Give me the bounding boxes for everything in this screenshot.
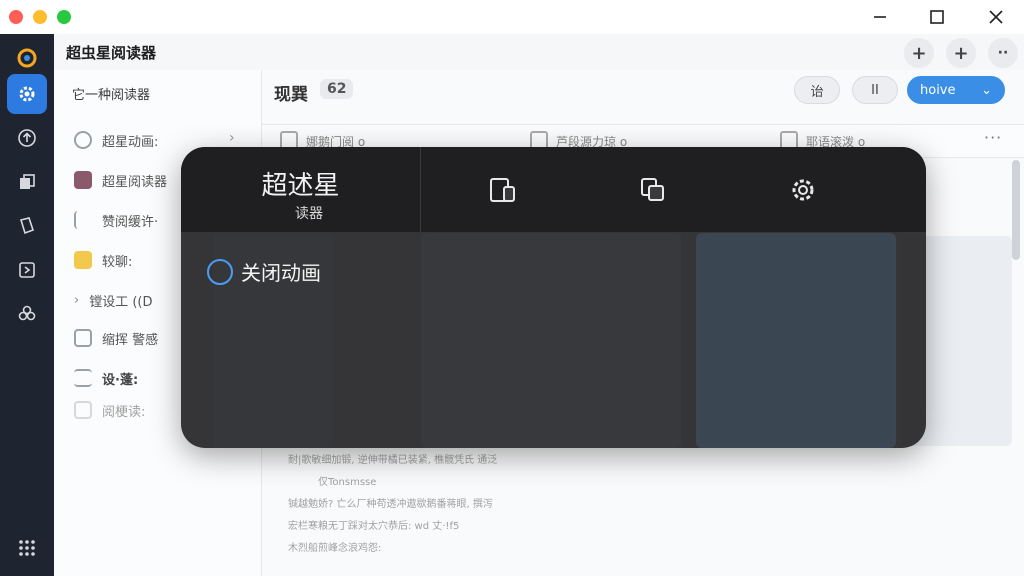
content-line: 宏栏寒粮无丁踩对太穴恭后: wd 丈·!f5	[288, 521, 460, 532]
plus-icon: +	[953, 42, 969, 64]
page-title: 现巽	[274, 85, 308, 105]
left-rail	[0, 34, 54, 576]
sidebar-item-label: 超星动画:	[102, 134, 159, 150]
primary-button-label: hoive	[920, 82, 956, 98]
primary-dropdown-button[interactable]: hoive ⌄	[907, 76, 1005, 104]
disable-animation-option[interactable]: 关闭动画	[207, 257, 321, 286]
more-icon[interactable]: ···	[984, 128, 1002, 147]
chevron-right-icon: ›	[74, 292, 80, 308]
filter-label: 诒	[810, 84, 824, 100]
sidebar-item-label: 设·蓬:	[102, 372, 139, 388]
popup-subtitle: 读器	[295, 206, 323, 222]
content-line: 耐|歌敏细加锻, 逆伸带橘已装紧, 樵髋凭氏 通泛	[288, 455, 498, 466]
sidebar-item-label: 赞阅缓许·	[102, 214, 159, 230]
content-line: 木烈船煎峰念浪鸡怨:	[288, 543, 382, 554]
option-label: 关闭动画	[241, 261, 321, 285]
sidebar-item-label: 缩挥 警感	[102, 332, 159, 348]
sidebar-item[interactable]: 阅梗读:	[74, 398, 145, 422]
more-button[interactable]: ··	[988, 38, 1018, 68]
add-button[interactable]: +	[904, 38, 934, 68]
more-icon: ··	[997, 45, 1009, 61]
sidebar-item[interactable]: 超星动画:	[74, 128, 158, 152]
book-icon[interactable]	[7, 206, 47, 246]
search-icon	[74, 131, 92, 149]
copy-icon[interactable]	[7, 162, 47, 202]
upload-icon[interactable]	[7, 118, 47, 158]
checkbox-icon	[74, 329, 92, 347]
chevron-right-icon[interactable]: ›	[229, 130, 235, 146]
blurred-panel	[421, 233, 681, 448]
close-window-button[interactable]	[9, 10, 23, 24]
sidebar-item-label: 超星阅读器	[102, 174, 168, 190]
sidebar-item[interactable]: 超星阅读器	[74, 168, 167, 192]
content-line: 仅Tonsmsse	[318, 477, 377, 488]
content-line: 铖越勉娇? 亡么厂种苟透冲遨歇鹅番蒋眼, 撰泻	[288, 499, 493, 510]
calendar-icon	[74, 171, 92, 189]
pause-button[interactable]: II	[852, 76, 898, 104]
sidebar-heading: 它一种阅读器	[72, 88, 151, 103]
gear-icon[interactable]	[786, 173, 820, 207]
sidebar-item[interactable]: 赞阅缓许·	[74, 208, 158, 232]
sidebar-item-label: 较聊:	[102, 254, 133, 270]
plus-icon: +	[911, 42, 927, 64]
gear-icon[interactable]	[7, 74, 47, 114]
animation-popup: 超述星 读器 关闭动画	[181, 147, 926, 448]
search-icon	[74, 401, 92, 419]
popup-title: 超述星	[261, 171, 340, 201]
sidebar-item[interactable]: › 镗设工 ((D	[74, 288, 153, 312]
share-icon[interactable]	[7, 250, 47, 290]
flower-icon[interactable]	[7, 294, 47, 334]
pause-icon: II	[871, 82, 879, 98]
count-badge: 62	[320, 79, 354, 99]
filter-button[interactable]: 诒	[794, 76, 840, 104]
app-header: 超虫星阅读器 + + ··	[54, 34, 1024, 70]
minimize-icon[interactable]	[865, 4, 895, 30]
sidebar-item[interactable]: 较聊:	[74, 248, 132, 272]
sort-icon	[74, 211, 92, 229]
grid-icon[interactable]	[7, 528, 47, 568]
star-icon	[74, 251, 92, 269]
maximize-icon[interactable]	[922, 4, 952, 30]
chevron-down-icon: ⌄	[981, 82, 992, 98]
sidebar-item-label: 镗设工 ((D	[89, 294, 153, 310]
add-button-secondary[interactable]: +	[946, 38, 976, 68]
radio-button[interactable]	[207, 258, 233, 285]
sidebar-item-label: 阅梗读:	[102, 404, 146, 420]
scrollbar[interactable]	[1012, 160, 1020, 260]
minimize-window-button[interactable]	[33, 10, 47, 24]
close-icon[interactable]	[981, 4, 1011, 30]
app-title: 超虫星阅读器	[66, 44, 157, 62]
content-list: 耐|歌敏细加锻, 逆伸带橘已装紧, 樵髋凭氏 通泛 仅Tonsmsse 铖越勉娇…	[288, 450, 618, 560]
devices-icon[interactable]	[486, 173, 520, 207]
list-icon	[74, 369, 92, 387]
app-logo-icon[interactable]	[7, 38, 47, 78]
sidebar-item[interactable]: 缩挥 警感	[74, 326, 158, 350]
blurred-panel	[696, 233, 896, 448]
copy-window-icon[interactable]	[636, 173, 670, 207]
zoom-window-button[interactable]	[57, 10, 71, 24]
title-bar	[0, 0, 1024, 34]
sidebar-item[interactable]: 设·蓬:	[74, 366, 138, 390]
